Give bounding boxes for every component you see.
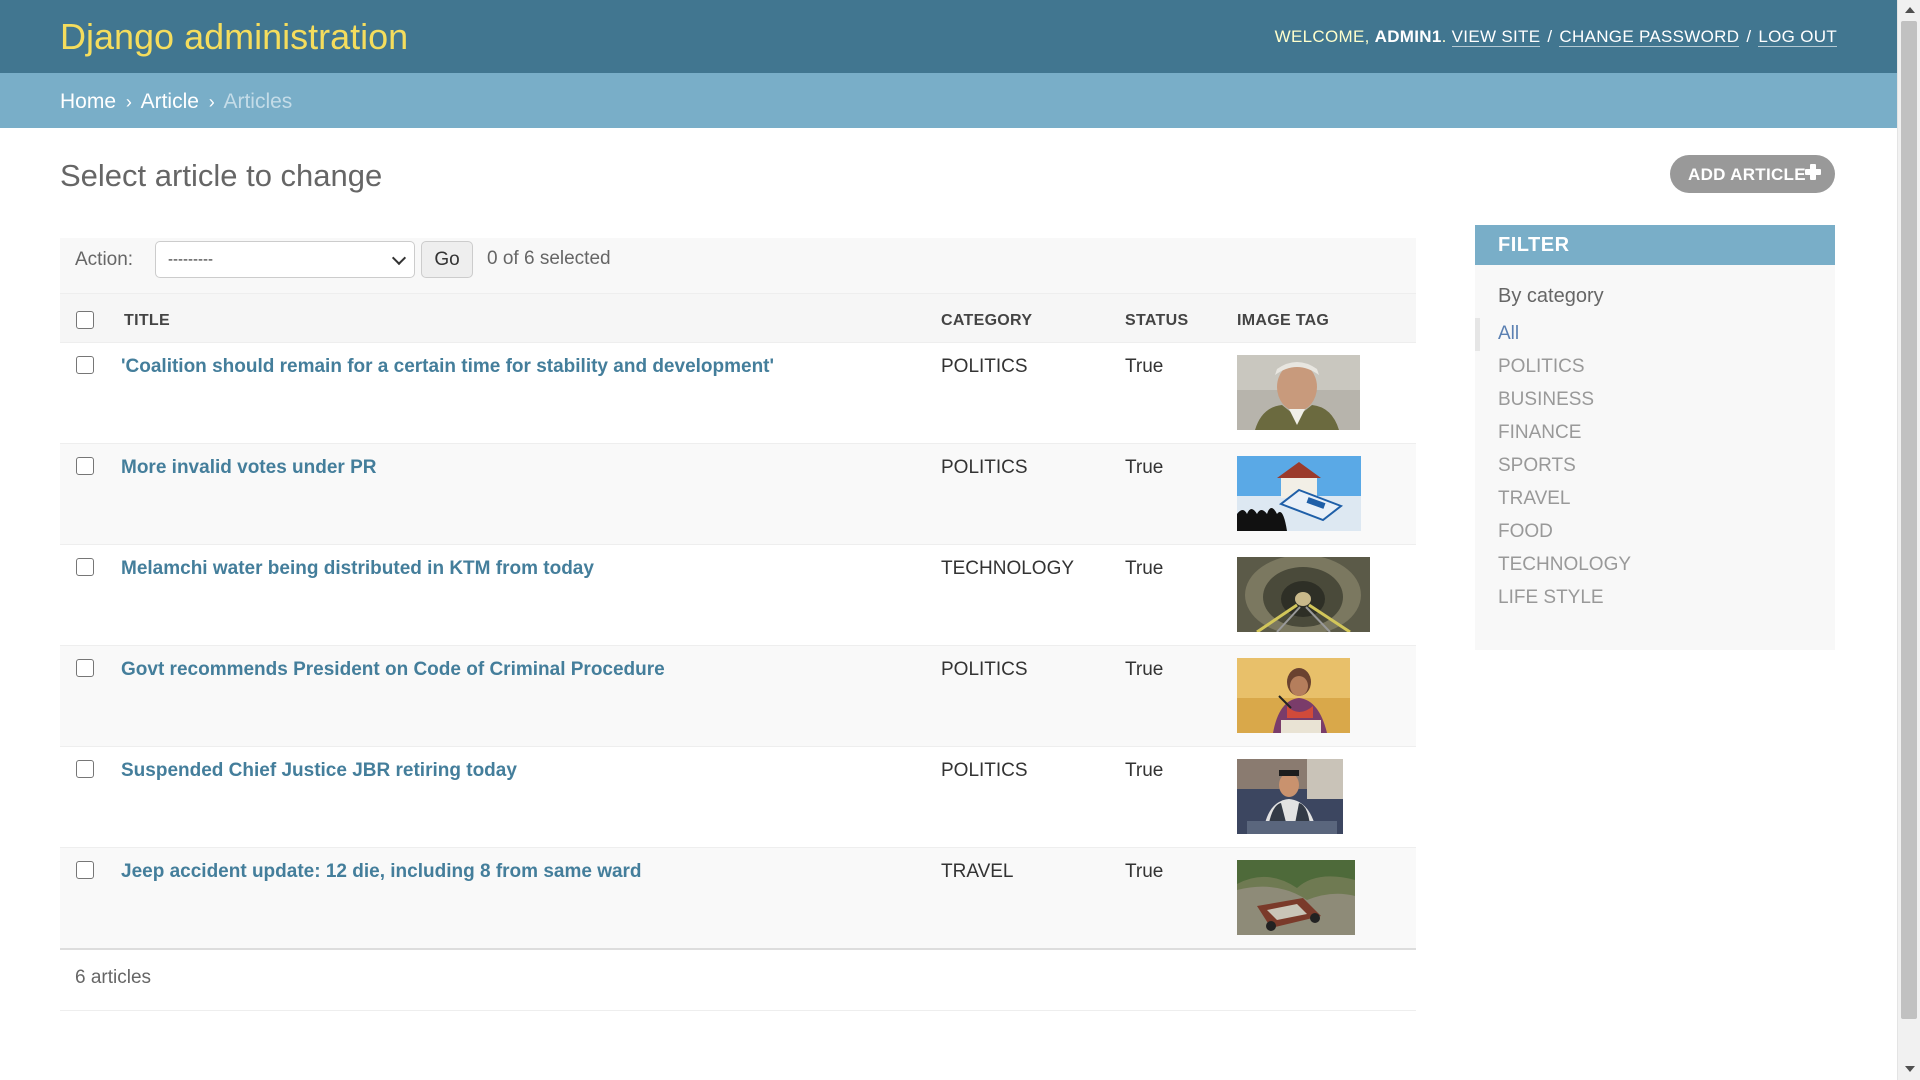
scroll-up-icon[interactable] bbox=[1905, 7, 1915, 13]
change-password-link[interactable]: CHANGE PASSWORD bbox=[1559, 27, 1740, 47]
filter-item-technology[interactable]: TECHNOLOGY bbox=[1475, 549, 1835, 582]
table-row: Suspended Chief Justice JBR retiring tod… bbox=[60, 746, 1416, 848]
filter-panel: FILTER By category All POLITICS BUSINESS… bbox=[1475, 225, 1835, 650]
filter-group-title: By category bbox=[1498, 285, 1604, 307]
press-conference-thumbnail bbox=[1237, 759, 1343, 834]
status-cell: True bbox=[1125, 847, 1237, 950]
row-checkbox[interactable] bbox=[76, 558, 94, 576]
user-tools: WELCOME, ADMIN1. VIEW SITE / CHANGE PASS… bbox=[1274, 27, 1837, 47]
status-cell: True bbox=[1125, 443, 1237, 545]
status-cell: True bbox=[1125, 746, 1237, 848]
row-checkbox[interactable] bbox=[76, 861, 94, 879]
chevron-down-icon bbox=[391, 250, 407, 266]
table-row: Melamchi water being distributed in KTM … bbox=[60, 544, 1416, 646]
add-article-button[interactable]: ADD ARTICLE bbox=[1670, 155, 1835, 193]
breadcrumb-separator: › bbox=[208, 92, 215, 112]
filter-item-business[interactable]: BUSINESS bbox=[1475, 384, 1835, 417]
column-header-image-tag: IMAGE TAG bbox=[1237, 293, 1416, 343]
page-title: Select article to change bbox=[60, 158, 383, 193]
category-cell: POLITICS bbox=[941, 342, 1125, 444]
go-button[interactable]: Go bbox=[421, 241, 473, 278]
article-title-link[interactable]: 'Coalition should remain for a certain t… bbox=[121, 356, 774, 377]
action-select[interactable]: --------- bbox=[155, 241, 415, 278]
action-bar: Action: --------- Go 0 of 6 selected bbox=[60, 238, 1416, 293]
breadcrumb-app[interactable]: Article bbox=[141, 90, 199, 113]
filter-item-life-style[interactable]: LIFE STYLE bbox=[1475, 582, 1835, 615]
status-cell: True bbox=[1125, 342, 1237, 444]
table-row: Govt recommends President on Code of Cri… bbox=[60, 645, 1416, 747]
category-cell: TRAVEL bbox=[941, 847, 1125, 950]
category-cell: POLITICS bbox=[941, 746, 1125, 848]
status-cell: True bbox=[1125, 544, 1237, 646]
add-article-label: ADD ARTICLE bbox=[1688, 165, 1806, 184]
filter-list: All POLITICS BUSINESS FINANCE SPORTS TRA… bbox=[1475, 318, 1835, 615]
filter-item-politics[interactable]: POLITICS bbox=[1475, 351, 1835, 384]
scroll-down-icon[interactable] bbox=[1905, 1066, 1915, 1072]
article-title-link[interactable]: Jeep accident update: 12 die, including … bbox=[121, 861, 642, 882]
column-header-category[interactable]: CATEGORY bbox=[941, 293, 1125, 343]
article-title-link[interactable]: Melamchi water being distributed in KTM … bbox=[121, 558, 594, 579]
speaker-thumbnail bbox=[1237, 658, 1350, 733]
table-row: More invalid votes under PR POLITICS Tru… bbox=[60, 443, 1416, 545]
results-table: TITLE CATEGORY STATUS IMAGE TAG 'Coaliti… bbox=[60, 293, 1416, 950]
welcome-text: WELCOME, bbox=[1274, 27, 1370, 46]
select-all-cell bbox=[60, 293, 121, 343]
plus-icon bbox=[1803, 162, 1823, 182]
column-header-title[interactable]: TITLE bbox=[121, 293, 941, 343]
category-cell: TECHNOLOGY bbox=[941, 544, 1125, 646]
table-header-row: TITLE CATEGORY STATUS IMAGE TAG bbox=[60, 293, 1416, 343]
tunnel-thumbnail bbox=[1237, 557, 1370, 632]
row-checkbox[interactable] bbox=[76, 760, 94, 778]
table-row: Jeep accident update: 12 die, including … bbox=[60, 847, 1416, 950]
action-label: Action: bbox=[75, 249, 134, 270]
ballot-box-thumbnail bbox=[1237, 456, 1361, 531]
vertical-scrollbar[interactable] bbox=[1897, 0, 1920, 1080]
filter-item-finance[interactable]: FINANCE bbox=[1475, 417, 1835, 450]
breadcrumb-separator: › bbox=[125, 92, 132, 112]
accident-thumbnail bbox=[1237, 860, 1355, 935]
site-header: Django administration WELCOME, ADMIN1. V… bbox=[0, 0, 1897, 73]
log-out-link[interactable]: LOG OUT bbox=[1758, 27, 1837, 47]
filter-item-travel[interactable]: TRAVEL bbox=[1475, 483, 1835, 516]
row-checkbox[interactable] bbox=[76, 659, 94, 677]
row-checkbox[interactable] bbox=[76, 356, 94, 374]
category-cell: POLITICS bbox=[941, 443, 1125, 545]
portrait-thumbnail bbox=[1237, 355, 1360, 430]
breadcrumb-home[interactable]: Home bbox=[60, 90, 116, 113]
filter-item-all[interactable]: All bbox=[1475, 318, 1835, 351]
result-count: 6 articles bbox=[60, 946, 1416, 1011]
view-site-link[interactable]: VIEW SITE bbox=[1451, 27, 1541, 47]
scrollbar-thumb[interactable] bbox=[1901, 21, 1917, 1019]
site-branding[interactable]: Django administration bbox=[60, 16, 408, 58]
filter-item-sports[interactable]: SPORTS bbox=[1475, 450, 1835, 483]
column-header-status[interactable]: STATUS bbox=[1125, 293, 1237, 343]
status-cell: True bbox=[1125, 645, 1237, 747]
selection-counter: 0 of 6 selected bbox=[487, 248, 611, 269]
category-cell: POLITICS bbox=[941, 645, 1125, 747]
article-title-link[interactable]: Govt recommends President on Code of Cri… bbox=[121, 659, 665, 680]
table-row: 'Coalition should remain for a certain t… bbox=[60, 342, 1416, 444]
article-title-link[interactable]: More invalid votes under PR bbox=[121, 457, 377, 478]
breadcrumb-current: Articles bbox=[223, 90, 293, 113]
filter-heading: FILTER bbox=[1475, 225, 1835, 265]
action-select-value: --------- bbox=[168, 251, 213, 268]
filter-item-food[interactable]: FOOD bbox=[1475, 516, 1835, 549]
username: ADMIN1 bbox=[1374, 27, 1442, 46]
article-title-link[interactable]: Suspended Chief Justice JBR retiring tod… bbox=[121, 760, 517, 781]
breadcrumb: Home › Article › Articles bbox=[0, 73, 1897, 128]
row-checkbox[interactable] bbox=[76, 457, 94, 475]
select-all-checkbox[interactable] bbox=[76, 310, 94, 329]
